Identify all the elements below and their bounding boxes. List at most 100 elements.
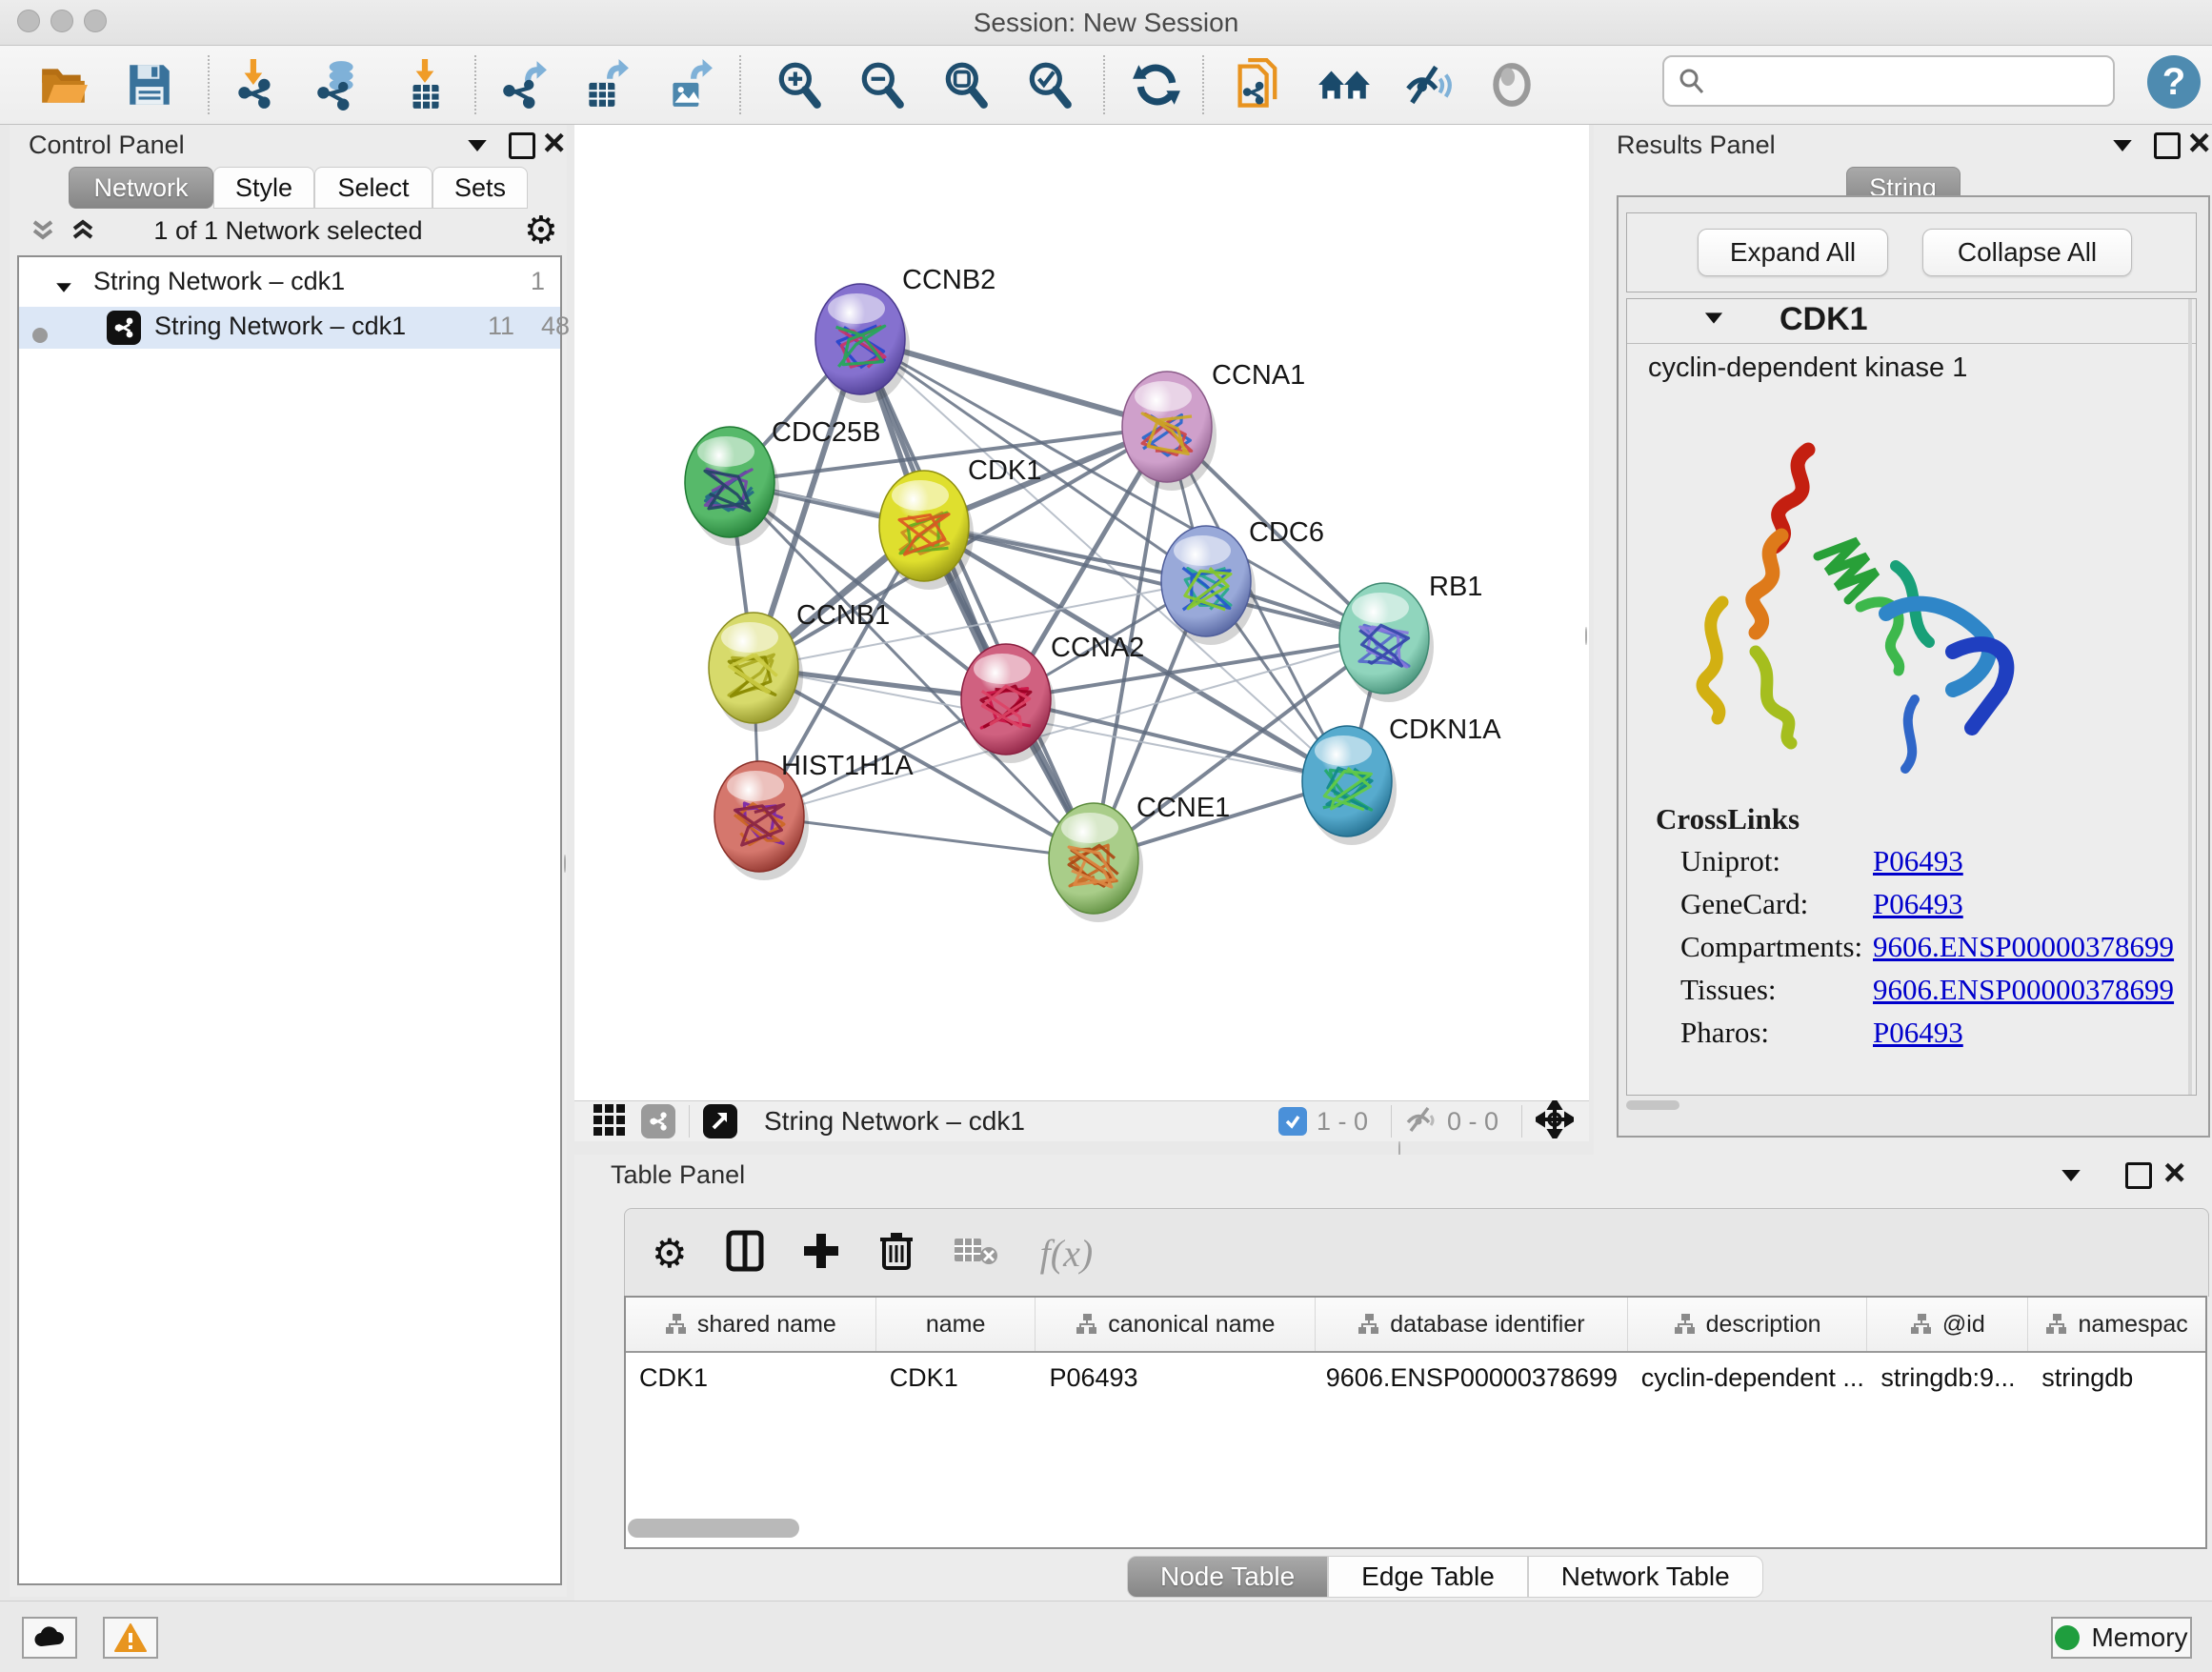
network-node-CCNA2[interactable]: CCNA2 <box>961 633 1144 763</box>
network-node-RB1[interactable]: RB1 <box>1339 572 1482 702</box>
zoom-out-icon[interactable] <box>855 57 910 112</box>
network-node-CCNB2[interactable]: CCNB2 <box>815 265 995 403</box>
share-file-icon[interactable] <box>1231 57 1286 112</box>
export-table-icon[interactable] <box>577 57 633 112</box>
cell-shared-name[interactable]: CDK1 <box>626 1353 876 1402</box>
control-panel-float-icon[interactable] <box>509 132 535 164</box>
uniprot-link[interactable]: P06493 <box>1873 844 1963 878</box>
help-button[interactable]: ? <box>2147 55 2201 109</box>
create-column-icon[interactable] <box>802 1232 840 1275</box>
zoom-fit-icon[interactable] <box>938 57 994 112</box>
left-splitter-handle[interactable] <box>564 856 566 873</box>
hidden-items-icon[interactable] <box>1405 1105 1438 1138</box>
right-splitter-handle[interactable] <box>1585 628 1587 645</box>
tab-network[interactable]: Network <box>69 167 213 209</box>
control-panel-title: Control Panel <box>29 131 185 160</box>
compartments-link[interactable]: 9606.ENSP00000378699 <box>1873 930 2174 964</box>
cdk1-card-header[interactable]: CDK1 <box>1627 299 2196 344</box>
zoom-selected-icon[interactable] <box>1022 57 1077 112</box>
results-horizontal-scrollbar[interactable] <box>1626 1100 1679 1110</box>
string-style-icon[interactable] <box>641 1104 675 1138</box>
export-image-icon[interactable] <box>661 57 716 112</box>
expand-all-button[interactable]: Expand All <box>1698 229 1888 276</box>
column-header-id[interactable]: @id <box>1867 1298 2028 1351</box>
search-input[interactable] <box>1706 66 2072 97</box>
network-node-CDKN1A[interactable]: CDKN1A <box>1302 715 1501 845</box>
network-graph[interactable]: CCNB2CCNA1CDC25BCDK1CDC6RB1CCNB1CCNA2CDK… <box>574 125 1589 1100</box>
birdseye-grid-icon[interactable] <box>592 1102 626 1141</box>
column-header-namespace[interactable]: namespac <box>2028 1298 2205 1351</box>
pharos-link[interactable]: P06493 <box>1873 1016 1963 1050</box>
tissues-link[interactable]: 9606.ENSP00000378699 <box>1873 973 2174 1007</box>
column-header-canonical-name[interactable]: canonical name <box>1036 1298 1316 1351</box>
import-network-file-icon[interactable] <box>229 57 284 112</box>
show-columns-icon[interactable] <box>726 1230 764 1277</box>
warnings-button[interactable] <box>103 1617 158 1659</box>
zoom-in-icon[interactable] <box>772 57 827 112</box>
tab-select[interactable]: Select <box>314 167 432 209</box>
cloud-sync-button[interactable] <box>22 1617 77 1659</box>
open-in-window-icon[interactable] <box>703 1104 737 1138</box>
show-all-icon[interactable] <box>1484 57 1539 112</box>
network-node-CCNE1[interactable]: CCNE1 <box>1049 793 1230 922</box>
memory-button[interactable]: Memory <box>2051 1617 2192 1659</box>
results-panel-collapse-icon[interactable] <box>2110 138 2135 158</box>
network-canvas[interactable]: CCNB2CCNA1CDC25BCDK1CDC6RB1CCNB1CCNA2CDK… <box>574 125 1589 1100</box>
tab-style[interactable]: Style <box>213 167 314 209</box>
table-horizontal-scrollbar[interactable] <box>624 1515 2207 1543</box>
navigator-crosshair-icon[interactable] <box>1536 1100 1574 1143</box>
network-collection-row[interactable]: String Network – cdk1 1 <box>19 265 560 303</box>
network-row-selected[interactable]: String Network – cdk1 11 48 <box>19 307 560 349</box>
network-edge[interactable] <box>759 638 1384 816</box>
refresh-view-icon[interactable] <box>1129 57 1184 112</box>
tab-edge-table[interactable]: Edge Table <box>1328 1556 1528 1598</box>
network-node-HIST1H1A[interactable]: HIST1H1A <box>714 751 914 880</box>
cdk1-collapse-icon[interactable] <box>1705 312 1722 323</box>
crosslink-label: Pharos: <box>1680 1016 1769 1050</box>
column-header-shared-name[interactable]: shared name <box>626 1298 876 1351</box>
save-session-icon[interactable] <box>122 57 177 112</box>
table-panel-close-icon[interactable]: × <box>2163 1160 2185 1190</box>
control-panel-collapse-icon[interactable] <box>465 138 490 158</box>
search-field[interactable] <box>1662 55 2115 107</box>
table-panel-collapse-icon[interactable] <box>2059 1168 2083 1188</box>
delete-table-icon[interactable] <box>953 1235 998 1272</box>
column-header-database-identifier[interactable]: database identifier <box>1316 1298 1628 1351</box>
function-builder-icon[interactable]: f(x) <box>1040 1231 1094 1276</box>
tab-node-table[interactable]: Node Table <box>1127 1556 1328 1598</box>
column-header-name[interactable]: name <box>876 1298 1036 1351</box>
network-node-CDC25B[interactable]: CDC25B <box>685 417 880 546</box>
results-panel-float-icon[interactable] <box>2154 132 2181 164</box>
selected-nodes-checkbox[interactable] <box>1278 1107 1307 1136</box>
network-node-CDC6[interactable]: CDC6 <box>1161 517 1324 645</box>
delete-column-icon[interactable] <box>878 1230 915 1277</box>
network-edge[interactable] <box>759 816 1094 858</box>
cell-namespace[interactable]: stringdb <box>2028 1353 2205 1402</box>
table-panel-float-icon[interactable] <box>2125 1162 2152 1194</box>
home-icon[interactable] <box>1317 57 1372 112</box>
control-panel-close-icon[interactable]: × <box>543 131 565 160</box>
tab-network-table[interactable]: Network Table <box>1528 1556 1763 1598</box>
network-node-CDK1[interactable]: CDK1 <box>879 455 1041 590</box>
collapse-all-button[interactable]: Collapse All <box>1922 229 2132 276</box>
open-file-icon[interactable] <box>36 57 91 112</box>
import-table-file-icon[interactable] <box>397 57 452 112</box>
results-panel-close-icon[interactable]: × <box>2188 131 2210 160</box>
genecard-link[interactable]: P06493 <box>1873 887 1963 921</box>
cell-id[interactable]: stringdb:9... <box>1867 1353 2028 1402</box>
cell-description[interactable]: cyclin-dependent ... <box>1628 1353 1868 1402</box>
cell-name[interactable]: CDK1 <box>876 1353 1036 1402</box>
tree-expand-icon[interactable] <box>56 283 71 292</box>
column-header-description[interactable]: description <box>1628 1298 1868 1351</box>
tab-sets[interactable]: Sets <box>432 167 528 209</box>
results-vertical-scrollbar[interactable] <box>2188 299 2192 1095</box>
network-node-CCNB1[interactable]: CCNB1 <box>709 600 890 732</box>
network-options-gear-icon[interactable]: ⚙ <box>524 209 558 252</box>
network-edge[interactable] <box>1006 699 1347 781</box>
export-network-icon[interactable] <box>495 57 551 112</box>
hide-selected-icon[interactable] <box>1400 57 1456 112</box>
cell-canonical-name[interactable]: P06493 <box>1036 1353 1316 1402</box>
cell-database-identifier[interactable]: 9606.ENSP00000378699 <box>1316 1353 1628 1402</box>
table-settings-gear-icon[interactable]: ⚙ <box>652 1230 688 1277</box>
import-network-database-icon[interactable] <box>310 57 365 112</box>
